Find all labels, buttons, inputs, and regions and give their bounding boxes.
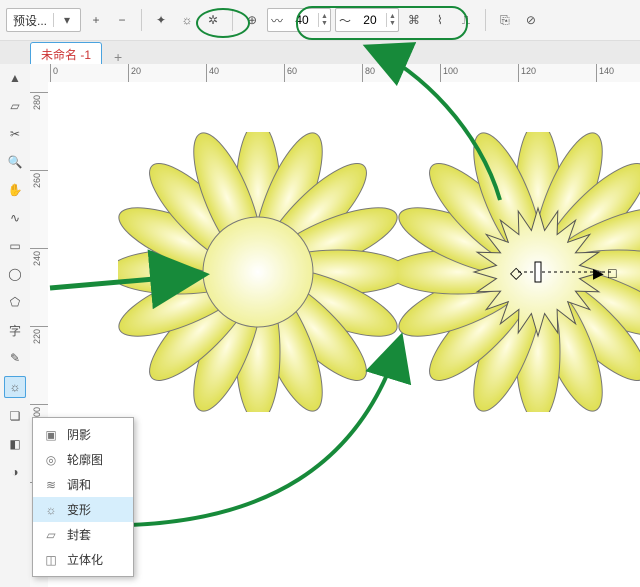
amplitude-icon: 〰	[268, 12, 286, 29]
property-bar: 预设... ▾ + − ✦ ☼ ✲ ⊕ 〰 ▲▼ 〜 ▲▼ ⌘ ⌇ ⎍ ⎘ ⊘	[0, 0, 640, 41]
flyout-item-label: 轮廓图	[67, 451, 103, 468]
copy-distort-button[interactable]: ⎘	[494, 9, 516, 31]
separator	[232, 9, 233, 31]
flyout-item-label: 变形	[67, 501, 91, 518]
flyout-item-label: 立体化	[67, 551, 103, 568]
flower-shape-distorted[interactable]: ◇ ▶ □	[398, 132, 640, 412]
ellipse-tool[interactable]: ◯	[5, 264, 25, 284]
local-distort-button[interactable]: ⎍	[455, 9, 477, 31]
pick-tool[interactable]: ▲	[5, 68, 25, 88]
flyout-item-label: 封套	[67, 526, 91, 543]
separator	[141, 9, 142, 31]
crop-tool[interactable]: ✂	[5, 124, 25, 144]
flyout-item-label: 调和	[67, 476, 91, 493]
flyout-item-icon: ≋	[43, 478, 59, 492]
spinner-arrows[interactable]: ▲▼	[386, 13, 398, 27]
frequency-icon: 〜	[336, 12, 354, 29]
chevron-down-icon: ▾	[53, 13, 80, 27]
curve-tool[interactable]: ∿	[5, 208, 25, 228]
zoom-tool[interactable]: 🔍	[5, 152, 25, 172]
text-tool[interactable]: 字	[5, 320, 25, 340]
effects-tool[interactable]: ☼	[4, 376, 26, 398]
flyout-item-label: 阴影	[67, 426, 91, 443]
outline-tool[interactable]: ◑	[5, 462, 25, 482]
flyout-item-icon: ◫	[43, 553, 59, 567]
direction-handle-icon: ▶	[593, 265, 604, 281]
zigzag-amplitude-spinner[interactable]: 〰 ▲▼	[267, 8, 331, 32]
zigzag-frequency-input[interactable]	[354, 12, 386, 28]
flower-shape-plain[interactable]	[118, 132, 398, 412]
end-handle-icon: □	[608, 265, 617, 281]
freehand-tool[interactable]: ✋	[5, 180, 25, 200]
flyout-item-icon: ☼	[43, 503, 59, 517]
polygon-tool[interactable]: ⬠	[5, 292, 25, 312]
tab-title: 未命名 -1	[41, 46, 91, 63]
add-preset-button[interactable]: +	[85, 9, 107, 31]
eyedropper-tool[interactable]: ✎	[5, 348, 25, 368]
ruler-horizontal: 020406080100120140	[30, 64, 640, 83]
push-pull-distort-button[interactable]: ✦	[150, 9, 172, 31]
preset-dropdown[interactable]: 预设... ▾	[6, 8, 81, 32]
blend-tool[interactable]: ❏	[5, 406, 25, 426]
flyout-item-icon: ▱	[43, 528, 59, 542]
preset-label: 预设...	[7, 12, 53, 29]
zigzag-frequency-spinner[interactable]: 〜 ▲▼	[335, 8, 399, 32]
flyout-item-4[interactable]: ▱ 封套	[33, 522, 133, 547]
flyout-item-0[interactable]: ▣ 阴影	[33, 422, 133, 447]
flyout-item-icon: ▣	[43, 428, 59, 442]
shape-tool[interactable]: ▱	[5, 96, 25, 116]
distort-mode-group: ✦ ☼ ✲	[150, 9, 224, 31]
flyout-item-2[interactable]: ≋ 调和	[33, 472, 133, 497]
twister-distort-button[interactable]: ✲	[202, 9, 224, 31]
effects-flyout: ▣ 阴影 ◎ 轮廓图 ≋ 调和 ☼ 变形 ▱ 封套 ◫ 立体化	[32, 417, 134, 577]
drawing-canvas[interactable]: ◇ ▶ □	[48, 82, 640, 587]
center-distort-button[interactable]: ⊕	[241, 9, 263, 31]
amplitude-handle[interactable]	[535, 262, 541, 282]
toolbox: ▲ ▱ ✂ 🔍 ✋ ∿ ▭ ◯ ⬠ 字 ✎ ☼ ❏ ◧ ◑	[0, 64, 31, 587]
remove-preset-button[interactable]: −	[111, 9, 133, 31]
clear-distort-button[interactable]: ⊘	[520, 9, 542, 31]
fill-tool[interactable]: ◧	[5, 434, 25, 454]
random-distort-button[interactable]: ⌘	[403, 9, 425, 31]
zipper-distort-button[interactable]: ☼	[176, 9, 198, 31]
flyout-item-1[interactable]: ◎ 轮廓图	[33, 447, 133, 472]
new-tab-button[interactable]: +	[108, 49, 128, 65]
separator	[485, 9, 486, 31]
flyout-item-icon: ◎	[43, 453, 59, 467]
center-handle-icon: ◇	[510, 265, 523, 282]
flyout-item-5[interactable]: ◫ 立体化	[33, 547, 133, 572]
rectangle-tool[interactable]: ▭	[5, 236, 25, 256]
zigzag-amplitude-input[interactable]	[286, 12, 318, 28]
document-tabs: 未命名 -1 +	[0, 41, 640, 66]
document-tab-active[interactable]: 未命名 -1	[30, 42, 102, 65]
flyout-item-3[interactable]: ☼ 变形	[33, 497, 133, 522]
spinner-arrows[interactable]: ▲▼	[318, 13, 330, 27]
smooth-distort-button[interactable]: ⌇	[429, 9, 451, 31]
